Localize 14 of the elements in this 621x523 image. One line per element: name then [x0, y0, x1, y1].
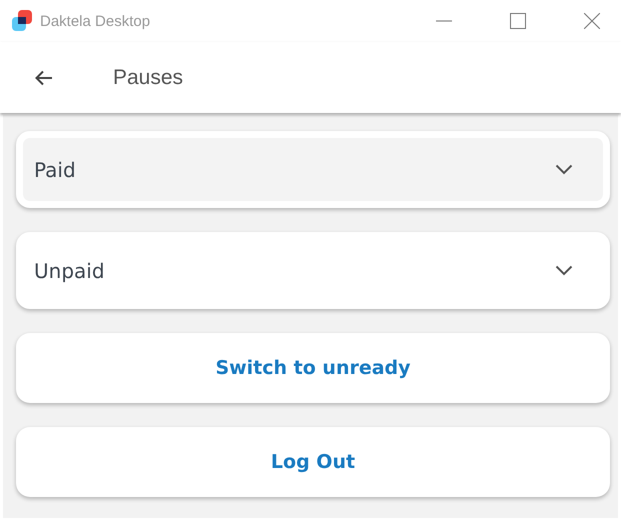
accordion-panel[interactable]: Unpaid — [16, 232, 610, 309]
chevron-icon — [555, 265, 573, 276]
group-label: Paid — [34, 158, 76, 182]
accordion-panel[interactable]: Paid — [16, 131, 610, 208]
maximize-icon[interactable] — [510, 13, 526, 29]
close-icon[interactable] — [584, 13, 600, 29]
group-label: Unpaid — [34, 258, 105, 282]
chevron-icon — [555, 164, 573, 175]
action-button[interactable]: Switch to unready — [16, 333, 610, 403]
window-title: Daktela Desktop — [40, 12, 150, 30]
page-title: Pauses — [113, 66, 184, 90]
action-button[interactable]: Log Out — [16, 427, 610, 497]
app-logo-icon — [12, 9, 34, 33]
back-arrow-icon[interactable] — [35, 70, 53, 86]
